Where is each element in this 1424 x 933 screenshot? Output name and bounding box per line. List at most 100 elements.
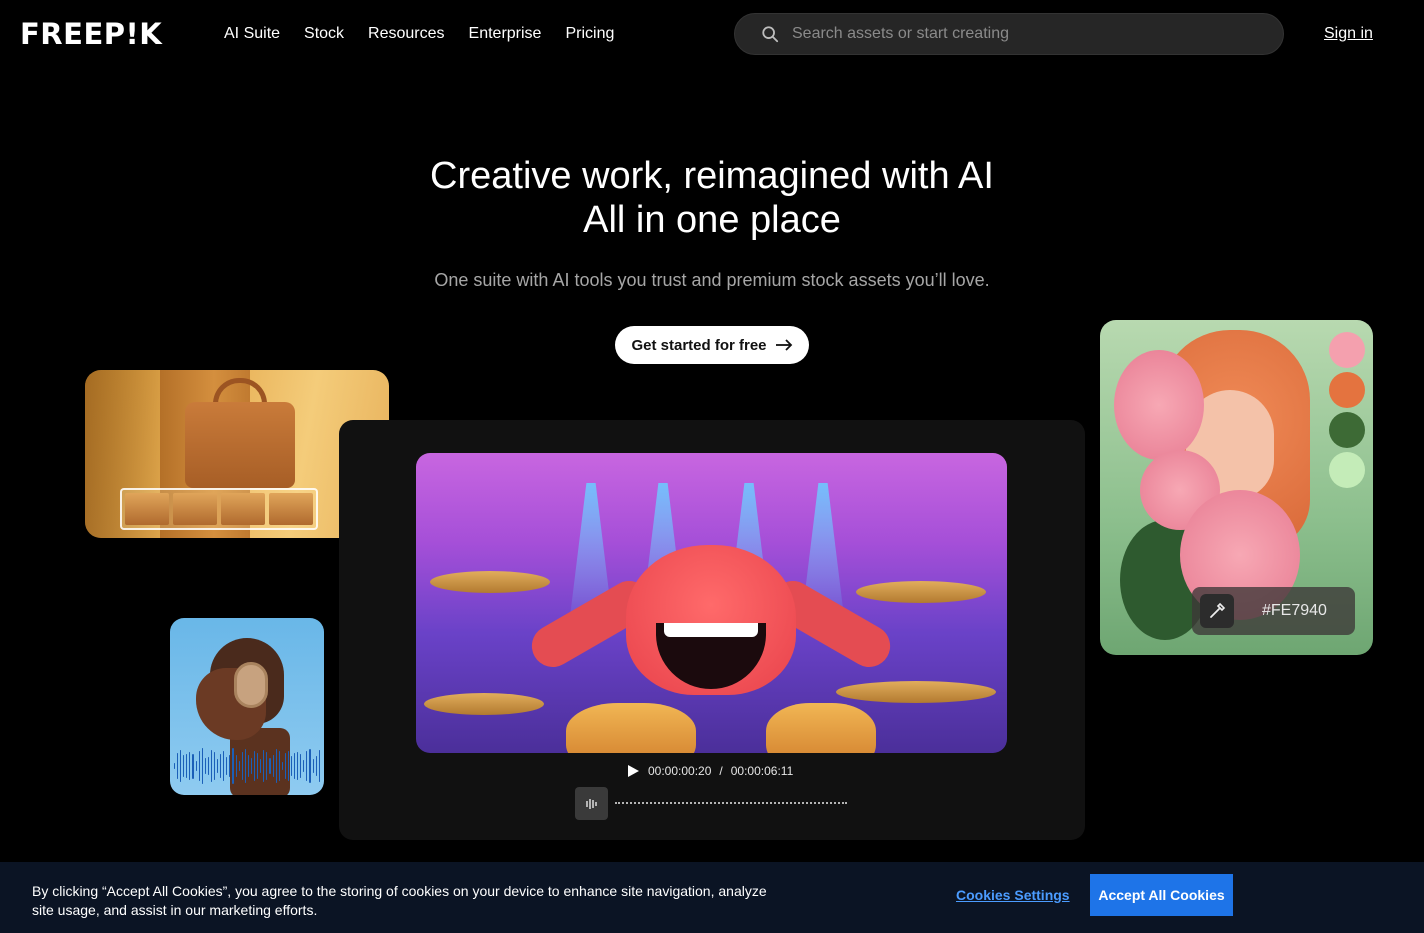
drum xyxy=(766,703,876,753)
nav-stock[interactable]: Stock xyxy=(304,24,344,44)
current-time: 00:00:00:20 xyxy=(648,764,712,778)
waveform-bar xyxy=(189,752,191,780)
color-swatch-2[interactable] xyxy=(1329,372,1365,408)
audio-track-line[interactable] xyxy=(615,802,847,804)
waveform-bar xyxy=(260,759,262,773)
cookie-banner: By clicking “Accept All Cookies”, you ag… xyxy=(0,862,1424,933)
waveform-bar xyxy=(180,750,182,782)
waveform-bar xyxy=(244,749,246,783)
cymbal xyxy=(856,581,986,603)
frame-strip xyxy=(120,488,318,530)
frame-thumb xyxy=(125,493,169,525)
cymbal xyxy=(836,681,996,703)
color-swatch-4[interactable] xyxy=(1329,452,1365,488)
waveform-bar xyxy=(315,756,317,776)
waveform-bar xyxy=(250,757,253,775)
hero-title-line-1: Creative work, reimagined with AI xyxy=(430,155,994,197)
waveform-bar xyxy=(235,754,237,778)
waveform-bar xyxy=(284,752,286,780)
waveform-bar xyxy=(303,759,305,773)
frame-thumb xyxy=(221,493,265,525)
waveform-bar xyxy=(275,749,277,783)
waveform-bar xyxy=(272,755,274,777)
waveform-bar xyxy=(232,748,234,784)
headphones-icon xyxy=(234,662,268,708)
audio-track-button[interactable] xyxy=(575,787,608,820)
cymbal xyxy=(424,693,544,715)
waveform-bar xyxy=(297,752,299,780)
sign-in-link[interactable]: Sign in xyxy=(1324,24,1373,44)
color-picker-chip[interactable]: #FE7940 xyxy=(1192,587,1355,635)
search-input[interactable] xyxy=(792,25,1252,43)
video-player-controls: 00:00:00:20 / 00:00:06:11 xyxy=(626,764,793,778)
time-separator: / xyxy=(719,764,723,778)
waveform-bar xyxy=(210,750,213,782)
site-header: FREEP!K AI Suite Stock Resources Enterpr… xyxy=(0,0,1424,68)
waveform-bar xyxy=(318,750,320,782)
waveform-bar xyxy=(177,753,179,779)
search-icon xyxy=(762,26,779,43)
picked-color-hex: #FE7940 xyxy=(1262,602,1327,619)
waveform-bar xyxy=(201,748,203,784)
waveform-bar xyxy=(207,756,209,776)
waveform-bar xyxy=(174,763,176,769)
waveform-bar xyxy=(300,754,302,778)
waveform-bar xyxy=(217,758,219,774)
main-nav: AI Suite Stock Resources Enterprise Pric… xyxy=(224,24,614,44)
waveform-bar xyxy=(183,755,185,777)
frame-thumb xyxy=(173,493,217,525)
hero-title-line-2: All in one place xyxy=(583,199,841,241)
frame-thumb xyxy=(269,493,313,525)
waveform-bar xyxy=(294,753,296,779)
waveform-bar xyxy=(238,761,240,771)
color-swatch-1[interactable] xyxy=(1329,332,1365,368)
drum xyxy=(566,703,696,753)
color-swatch-3[interactable] xyxy=(1329,412,1365,448)
monster-teeth xyxy=(664,623,758,637)
play-icon[interactable] xyxy=(626,764,640,778)
waveform-bar xyxy=(269,757,271,775)
cymbal xyxy=(430,571,550,593)
waveform-bar xyxy=(229,754,231,778)
waveform-bar xyxy=(312,759,314,773)
leather-bag xyxy=(185,402,295,488)
cookies-settings-link[interactable]: Cookies Settings xyxy=(956,887,1070,903)
waveform-bar xyxy=(287,750,289,782)
audio-image-card xyxy=(170,618,324,795)
hero-subtitle: One suite with AI tools you trust and pr… xyxy=(434,270,990,290)
waveform-bar xyxy=(220,754,222,778)
waveform-bar xyxy=(266,752,268,780)
eyedropper-button[interactable] xyxy=(1200,594,1234,628)
waveform-bar xyxy=(257,752,259,780)
waveform-bar xyxy=(247,754,249,778)
nav-ai-suite[interactable]: AI Suite xyxy=(224,24,280,44)
waveform-bar xyxy=(290,756,293,776)
hero-title: Creative work, reimagined with AI All in… xyxy=(0,154,1424,242)
waveform-bar xyxy=(281,762,283,770)
waveform-bar xyxy=(214,751,216,781)
waveform-bar xyxy=(186,754,188,778)
nav-pricing[interactable]: Pricing xyxy=(565,24,614,44)
nav-enterprise[interactable]: Enterprise xyxy=(469,24,542,44)
waveform-bar xyxy=(263,749,265,783)
accept-all-cookies-button[interactable]: Accept All Cookies xyxy=(1090,874,1233,916)
waveform-bar xyxy=(204,758,206,774)
waveform-bar xyxy=(309,748,311,784)
cookie-message: By clicking “Accept All Cookies”, you ag… xyxy=(32,883,767,918)
video-preview[interactable] xyxy=(416,453,1007,753)
freepik-logo[interactable]: FREEP!K xyxy=(20,19,162,49)
audio-waveform xyxy=(174,745,320,787)
nav-resources[interactable]: Resources xyxy=(368,24,444,44)
waveform-bar xyxy=(241,752,243,780)
waveform-bar xyxy=(195,760,197,772)
waveform-bar xyxy=(278,750,280,781)
search-bar[interactable] xyxy=(734,13,1284,55)
waveform-bar xyxy=(254,751,256,781)
total-time: 00:00:06:11 xyxy=(730,764,794,778)
waveform-bar xyxy=(198,751,200,781)
flower xyxy=(1114,350,1204,460)
get-started-button[interactable]: Get started for free xyxy=(615,326,809,364)
waveform-bar xyxy=(226,756,228,776)
waveform-bar xyxy=(306,750,308,782)
waveform-bar xyxy=(223,751,225,781)
